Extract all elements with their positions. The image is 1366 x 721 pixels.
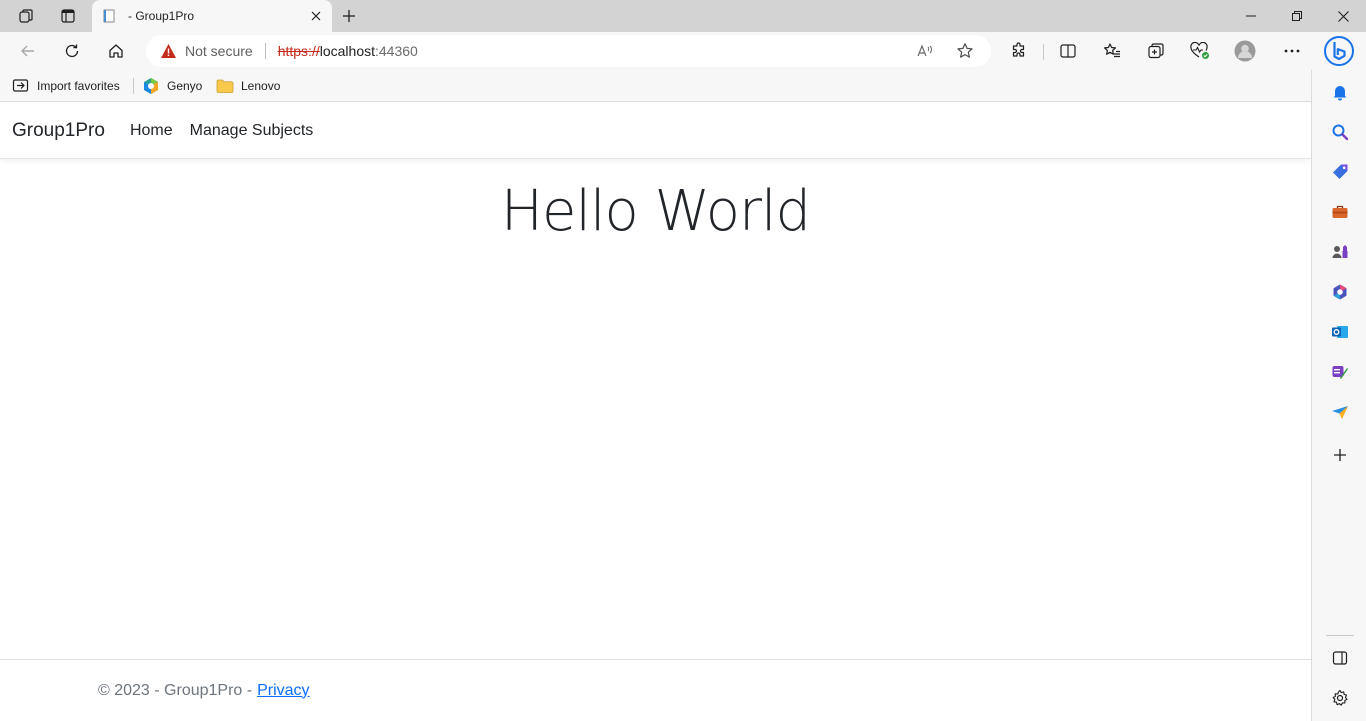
more-menu-icon[interactable]: [1276, 36, 1308, 66]
edge-sidebar: [1311, 70, 1366, 721]
page-icon: [102, 8, 118, 24]
url-host: localhost: [319, 43, 375, 59]
settings-gear-icon[interactable]: [1326, 684, 1354, 712]
fav-import-favorites[interactable]: Import favorites: [12, 75, 120, 97]
collections-icon[interactable]: [1140, 36, 1172, 66]
tools-briefcase-icon[interactable]: [1326, 198, 1354, 226]
profile-avatar[interactable]: [1229, 36, 1261, 66]
shopping-tag-icon[interactable]: [1326, 158, 1354, 186]
page-viewport: Group1Pro Home Manage Subjects Hello Wor…: [0, 103, 1311, 721]
fav-genyo[interactable]: Genyo: [142, 75, 202, 97]
sidebar-divider: [1326, 635, 1354, 636]
folder-icon: [216, 77, 234, 95]
close-tab-icon[interactable]: [306, 6, 326, 26]
search-icon[interactable]: [1326, 118, 1354, 146]
privacy-link[interactable]: Privacy: [257, 682, 309, 700]
browser-tab[interactable]: - Group1Pro: [92, 0, 332, 32]
restore-button[interactable]: [1274, 0, 1320, 32]
bing-copilot-icon[interactable]: [1322, 33, 1356, 69]
address-divider: [264, 43, 266, 59]
nav-link-home[interactable]: Home: [130, 122, 173, 140]
site-footer: © 2023 - Group1Pro - Privacy: [0, 659, 1311, 721]
microsoft-365-icon[interactable]: [1326, 278, 1354, 306]
warning-icon: [161, 44, 176, 58]
split-screen-icon[interactable]: [1052, 36, 1084, 66]
fav-label: Genyo: [167, 79, 203, 93]
nav-link-manage-subjects[interactable]: Manage Subjects: [190, 122, 314, 140]
import-icon: [12, 77, 30, 95]
fav-lenovo[interactable]: Lenovo: [216, 75, 280, 97]
vertical-tabs-icon[interactable]: [54, 4, 82, 28]
browser-essentials-icon[interactable]: [1184, 36, 1216, 66]
favorites-divider: [133, 78, 134, 94]
browser-toolbar: Not secure https://localhost:44360: [0, 32, 1366, 70]
read-aloud-icon[interactable]: [914, 41, 936, 61]
navbar-brand[interactable]: Group1Pro: [12, 120, 105, 142]
favorites-bar: Import favorites Genyo Lenovo: [0, 70, 1366, 102]
outlook-icon[interactable]: [1326, 318, 1354, 346]
footer-copyright: © 2023 - Group1Pro -: [98, 681, 253, 699]
fav-label: Import favorites: [37, 79, 120, 93]
tab-title: - Group1Pro: [128, 9, 195, 23]
designer-icon[interactable]: [1326, 358, 1354, 386]
url-scheme: https://: [277, 43, 320, 59]
minimize-button[interactable]: [1228, 0, 1274, 32]
favorite-star-icon[interactable]: [954, 41, 976, 61]
url-port: :44360: [375, 43, 418, 59]
notifications-icon[interactable]: [1326, 78, 1354, 106]
workspaces-icon[interactable]: [12, 4, 40, 28]
extensions-icon[interactable]: [1003, 36, 1035, 66]
favorites-icon[interactable]: [1096, 36, 1128, 66]
hide-sidebar-icon[interactable]: [1326, 644, 1354, 672]
close-window-button[interactable]: [1320, 0, 1366, 32]
games-icon[interactable]: [1326, 238, 1354, 266]
drop-send-icon[interactable]: [1326, 398, 1354, 426]
site-navbar: Group1Pro Home Manage Subjects: [0, 103, 1311, 159]
toolbar-divider: [1043, 44, 1044, 60]
genyo-icon: [142, 77, 160, 95]
new-tab-button[interactable]: [336, 4, 362, 28]
not-secure-indicator[interactable]: Not secure: [160, 43, 253, 59]
page-heading: Hello World: [500, 179, 811, 244]
refresh-icon[interactable]: [56, 36, 88, 66]
tab-strip: - Group1Pro: [0, 0, 1366, 32]
address-bar[interactable]: Not secure https://localhost:44360: [146, 35, 991, 67]
home-icon[interactable]: [100, 36, 132, 66]
add-sidebar-app-icon[interactable]: [1326, 441, 1354, 469]
security-label: Not secure: [185, 43, 253, 59]
fav-label: Lenovo: [241, 79, 281, 93]
url-text[interactable]: https://localhost:44360: [278, 43, 418, 59]
back-icon[interactable]: [12, 36, 44, 66]
